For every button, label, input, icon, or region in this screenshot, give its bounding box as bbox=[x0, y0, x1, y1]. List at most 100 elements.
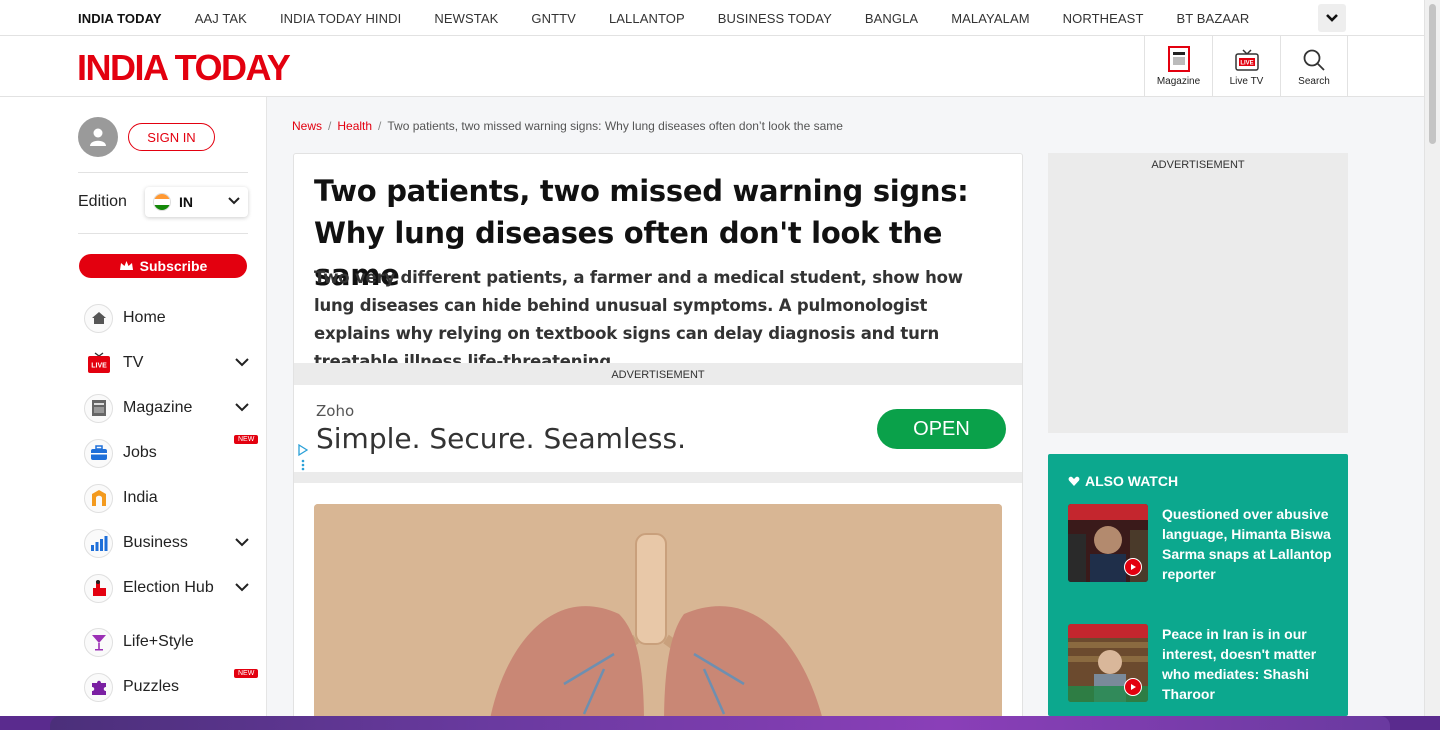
article-summary: Two very different patients, a farmer an… bbox=[314, 268, 963, 371]
svg-text:LIVE: LIVE bbox=[91, 363, 107, 370]
sidebar-item-puzzles[interactable]: Puzzles NEW bbox=[84, 669, 264, 702]
ad-choices-icon[interactable] bbox=[298, 444, 308, 472]
briefcase-icon bbox=[90, 445, 107, 460]
video-thumbnail[interactable] bbox=[1068, 504, 1148, 582]
sidebar-item-india[interactable]: India bbox=[84, 483, 264, 513]
network-link-malayalam[interactable]: MALAYALAM bbox=[951, 11, 1029, 26]
breadcrumb-health[interactable]: Health bbox=[337, 119, 372, 133]
network-link-india-today-hindi[interactable]: INDIA TODAY HINDI bbox=[280, 11, 401, 26]
sidebar-item-label: Business bbox=[123, 534, 188, 551]
live-tv-icon: LIVE bbox=[1234, 49, 1259, 71]
network-links: INDIA TODAY AAJ TAK INDIA TODAY HINDI NE… bbox=[78, 0, 1282, 36]
network-link-lallantop[interactable]: LALLANTOP bbox=[609, 11, 685, 26]
sidebar-item-home[interactable]: Home bbox=[84, 303, 264, 333]
search-icon bbox=[1303, 49, 1325, 71]
edition-value: IN bbox=[179, 194, 193, 210]
network-bar: INDIA TODAY AAJ TAK INDIA TODAY HINDI NE… bbox=[0, 0, 1424, 36]
search-button[interactable]: Search bbox=[1280, 36, 1348, 96]
sidebar-item-label: Election Hub bbox=[123, 579, 214, 596]
chevron-down-icon[interactable] bbox=[234, 535, 250, 549]
ad-label: ADVERTISEMENT bbox=[1151, 159, 1245, 171]
article-card: Two patients, two missed warning signs: … bbox=[293, 153, 1023, 724]
sidebar-item-tv[interactable]: LIVE TV bbox=[84, 348, 264, 378]
home-icon bbox=[91, 312, 106, 324]
sidebar-item-label: Puzzles bbox=[123, 678, 180, 695]
sidebar-item-label: Home bbox=[123, 309, 166, 326]
breadcrumb-news[interactable]: News bbox=[292, 119, 322, 133]
scrollbar-thumb[interactable] bbox=[1429, 4, 1436, 144]
live-icon: LIVE bbox=[87, 352, 110, 373]
more-networks-button[interactable] bbox=[1318, 4, 1346, 32]
sidebar-item-jobs[interactable]: Jobs NEW bbox=[84, 435, 264, 468]
sidebar: SIGN IN Edition IN Subscribe Home LIVE T… bbox=[0, 97, 267, 716]
search-label: Search bbox=[1298, 76, 1330, 87]
page-scrollbar[interactable] bbox=[1424, 0, 1440, 716]
chevron-down-icon[interactable] bbox=[234, 580, 250, 594]
ad-tagline: Simple. Secure. Seamless. bbox=[316, 422, 686, 455]
sign-in-button[interactable]: SIGN IN bbox=[128, 123, 215, 151]
chevron-down-icon bbox=[1326, 14, 1338, 22]
site-header: INDIA TODAY Magazine LIVE Live TV Search bbox=[0, 36, 1424, 97]
chevron-down-icon[interactable] bbox=[234, 355, 250, 369]
edition-select[interactable]: IN bbox=[145, 187, 248, 217]
network-link-aaj-tak[interactable]: AAJ TAK bbox=[195, 11, 247, 26]
edition-label: Edition bbox=[78, 193, 127, 210]
network-link-bt-bazaar[interactable]: BT BAZAAR bbox=[1177, 11, 1250, 26]
chevron-down-icon[interactable] bbox=[234, 400, 250, 414]
lungs-illustration bbox=[314, 504, 1002, 724]
crown-icon bbox=[119, 261, 133, 270]
subscribe-button[interactable]: Subscribe bbox=[79, 254, 247, 278]
network-link-india-today[interactable]: INDIA TODAY bbox=[78, 11, 162, 26]
sidebar-divider bbox=[78, 172, 248, 173]
os-dock[interactable] bbox=[50, 716, 1390, 730]
sidebar-item-label: Life+Style bbox=[123, 633, 194, 650]
sidebar-item-label: Jobs bbox=[123, 444, 157, 461]
avatar[interactable] bbox=[78, 117, 118, 157]
also-watch-heading: ALSO WATCH bbox=[1068, 473, 1178, 489]
play-icon bbox=[1124, 558, 1142, 576]
magazine-button[interactable]: Magazine bbox=[1144, 36, 1212, 96]
site-logo[interactable]: INDIA TODAY bbox=[77, 47, 291, 89]
inline-advertisement: ADVERTISEMENT Zoho Simple. Secure. Seaml… bbox=[294, 363, 1022, 483]
svg-text:LIVE: LIVE bbox=[1240, 61, 1253, 67]
sidebar-advertisement[interactable]: ADVERTISEMENT bbox=[1048, 153, 1348, 433]
breadcrumb-current: Two patients, two missed warning signs: … bbox=[387, 119, 843, 133]
sidebar-item-business[interactable]: Business bbox=[84, 528, 264, 558]
video-title[interactable]: Questioned over abusive language, Himant… bbox=[1162, 504, 1332, 584]
india-gate-icon bbox=[91, 490, 106, 506]
video-title[interactable]: Peace in Iran is in our interest, doesn'… bbox=[1162, 624, 1332, 704]
sidebar-divider bbox=[78, 233, 248, 234]
network-link-bangla[interactable]: BANGLA bbox=[865, 11, 918, 26]
video-thumbnail[interactable] bbox=[1068, 624, 1148, 702]
sidebar-item-magazine[interactable]: Magazine bbox=[84, 393, 264, 423]
also-watch-title: ALSO WATCH bbox=[1085, 473, 1179, 489]
ad-label: ADVERTISEMENT bbox=[611, 369, 705, 381]
network-link-business-today[interactable]: BUSINESS TODAY bbox=[718, 11, 832, 26]
user-icon bbox=[90, 128, 106, 146]
new-badge: NEW bbox=[234, 435, 259, 444]
ad-brand: Zoho bbox=[316, 402, 355, 420]
network-link-gnttv[interactable]: GNTTV bbox=[531, 11, 576, 26]
breadcrumb-separator: / bbox=[378, 119, 382, 133]
breadcrumb: News / Health / Two patients, two missed… bbox=[292, 119, 843, 133]
live-tv-button[interactable]: LIVE Live TV bbox=[1212, 36, 1280, 96]
cocktail-icon bbox=[91, 635, 106, 651]
magazine-icon bbox=[91, 400, 106, 416]
article-hero-image bbox=[314, 504, 1002, 724]
new-badge: NEW bbox=[234, 669, 259, 678]
bar-chart-icon bbox=[90, 536, 107, 551]
sidebar-item-election-hub[interactable]: Election Hub bbox=[84, 573, 264, 603]
chevron-down-icon bbox=[228, 197, 240, 205]
india-flag-icon bbox=[153, 193, 171, 211]
ad-banner[interactable]: Zoho Simple. Secure. Seamless. OPEN bbox=[294, 385, 1022, 472]
heart-icon bbox=[1068, 476, 1080, 486]
ad-open-button[interactable]: OPEN bbox=[877, 409, 1006, 449]
network-link-northeast[interactable]: NORTHEAST bbox=[1063, 11, 1144, 26]
sidebar-item-lifestyle[interactable]: Life+Style bbox=[84, 627, 264, 657]
subscribe-label: Subscribe bbox=[139, 258, 208, 274]
network-link-newstak[interactable]: NEWSTAK bbox=[434, 11, 498, 26]
breadcrumb-separator: / bbox=[328, 119, 332, 133]
sidebar-item-label: Magazine bbox=[123, 399, 193, 416]
play-icon bbox=[1124, 678, 1142, 696]
ballot-icon bbox=[92, 580, 106, 596]
